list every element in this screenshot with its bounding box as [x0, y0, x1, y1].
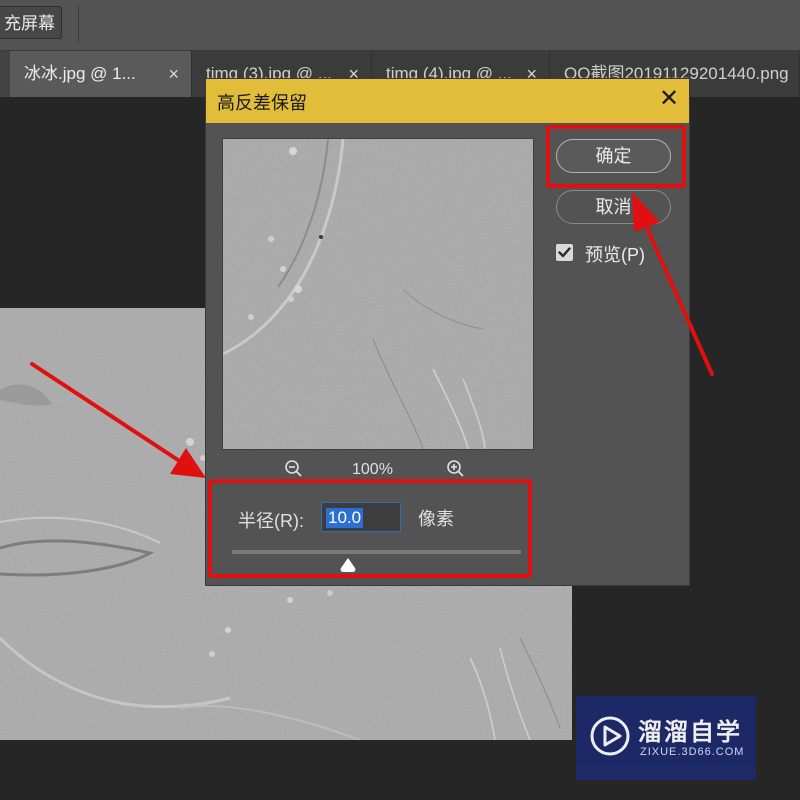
dialog-title: 高反差保留 [217, 93, 307, 113]
play-logo-icon [590, 716, 630, 756]
zoom-level: 100% [352, 461, 393, 478]
zoom-in-icon[interactable] [446, 459, 466, 479]
preview-window[interactable] [222, 138, 534, 450]
watermark-badge: 溜溜自学 ZIXUE.3D66.COM [576, 696, 756, 780]
ok-button[interactable]: 确定 [556, 139, 671, 173]
close-icon[interactable]: ✕ [656, 85, 682, 113]
high-pass-dialog: 高反差保留 ✕ 100% 半径(R): 10.0 像素 确定 取消 预览(P) [205, 78, 690, 586]
zoom-out-icon[interactable] [284, 459, 304, 479]
preview-checkbox[interactable] [556, 244, 573, 261]
fullscreen-mode-button[interactable]: 充屏幕 [0, 6, 62, 39]
tab-label: 冰冰.jpg @ 1... [24, 64, 136, 83]
radius-input[interactable]: 10.0 [321, 502, 401, 532]
radius-label: 半径(R): [238, 511, 304, 531]
dialog-titlebar[interactable]: 高反差保留 ✕ [206, 79, 689, 123]
tab-bingbing[interactable]: 冰冰.jpg @ 1... × [10, 51, 192, 97]
triangle-thumb-icon[interactable] [339, 557, 357, 573]
radius-value: 10.0 [326, 508, 364, 528]
radius-slider-track[interactable] [232, 550, 521, 554]
watermark-url: ZIXUE.3D66.COM [640, 746, 745, 758]
tab-close-icon[interactable]: × [168, 51, 179, 97]
toolbar-divider [78, 6, 79, 42]
checkmark-icon [558, 247, 571, 258]
watermark-name: 溜溜自学 [638, 719, 742, 746]
options-bar: 充屏幕 [0, 0, 800, 50]
cancel-button[interactable]: 取消 [556, 190, 671, 224]
preview-label: 预览(P) [585, 245, 645, 265]
radius-unit: 像素 [418, 509, 454, 529]
